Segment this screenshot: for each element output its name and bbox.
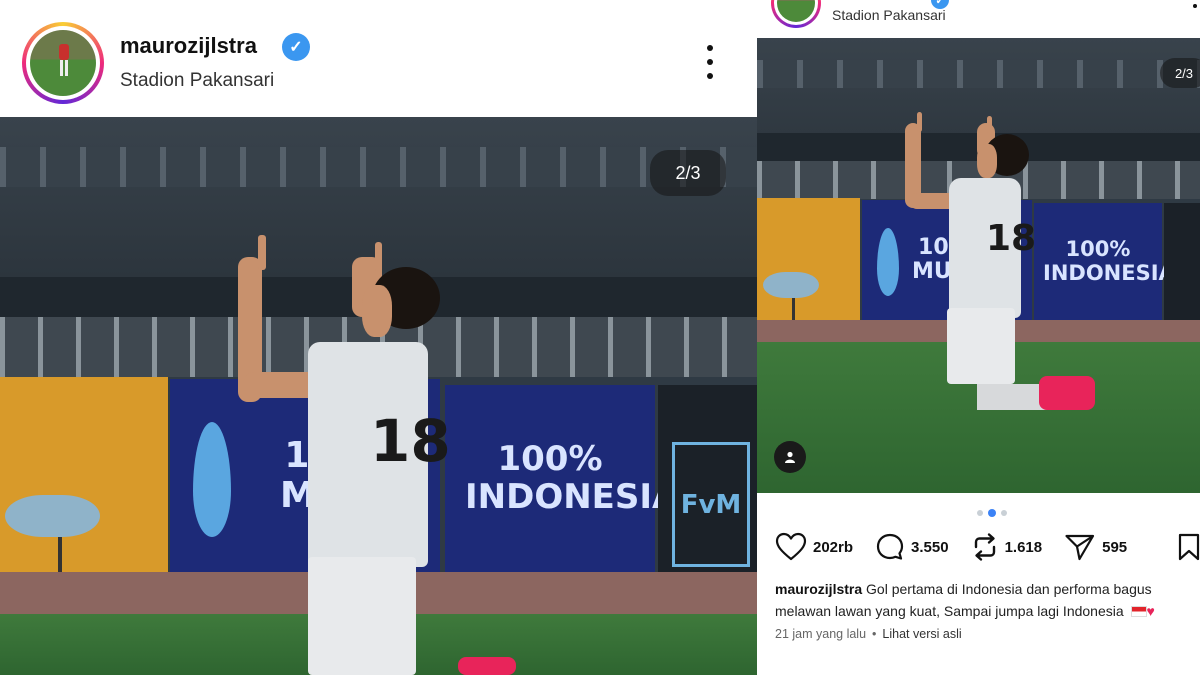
post-location[interactable]: Stadion Pakansari xyxy=(832,7,946,23)
carousel-counter: 2/3 xyxy=(1160,58,1200,88)
carousel-indicator xyxy=(977,509,1007,517)
comment-icon[interactable] xyxy=(875,532,905,562)
post-timestamp: 21 jam yang lalu xyxy=(775,627,867,641)
heart-icon[interactable] xyxy=(775,532,807,562)
comments-count[interactable]: 3.550 xyxy=(911,539,949,556)
player: 18 xyxy=(0,117,757,675)
indonesia-flag-emoji xyxy=(1130,606,1147,617)
right-post: ✓ Stadion Pakansari 100% MURNI 100% INDO… xyxy=(757,0,1200,675)
more-options-icon[interactable] xyxy=(703,45,717,79)
person-tag-icon[interactable] xyxy=(774,441,806,473)
post-image[interactable]: 100% MURNI 100% INDONESIA 18 2/3 xyxy=(757,38,1200,493)
carousel-dot xyxy=(977,510,983,516)
post-caption: maurozijlstra Gol pertama di Indonesia d… xyxy=(775,578,1195,622)
carousel-dot-active xyxy=(988,509,996,517)
post-location[interactable]: Stadion Pakansari xyxy=(120,70,274,92)
send-icon[interactable] xyxy=(1064,532,1096,562)
repost-action[interactable]: 1.618 xyxy=(971,532,1043,562)
see-original-link[interactable]: Lihat versi asli xyxy=(882,627,961,641)
avatar[interactable] xyxy=(30,30,96,96)
player: 18 xyxy=(757,38,1200,493)
reposts-count[interactable]: 1.618 xyxy=(1005,539,1043,556)
carousel-dot xyxy=(1001,510,1007,516)
red-heart-emoji: ♥ xyxy=(1146,603,1155,619)
share-action[interactable]: 595 xyxy=(1064,532,1127,562)
left-post-header: maurozijlstra ✓ Stadion Pakansari xyxy=(0,0,757,117)
post-image[interactable]: 100% MURNI 100% INDONESIA FvM 18 2/3 xyxy=(0,117,757,675)
bookmark-icon[interactable] xyxy=(1178,533,1200,561)
post-meta: 21 jam yang lalu • Lihat versi asli xyxy=(775,627,962,641)
caption-username[interactable]: maurozijlstra xyxy=(775,581,862,597)
carousel-counter: 2/3 xyxy=(650,150,726,196)
shares-count[interactable]: 595 xyxy=(1102,539,1127,556)
more-options-icon[interactable] xyxy=(1191,0,1199,8)
repost-icon[interactable] xyxy=(971,532,999,562)
username[interactable]: maurozijlstra xyxy=(120,33,257,59)
like-action[interactable]: 202rb xyxy=(775,532,853,562)
verified-badge-icon: ✓ xyxy=(282,33,310,61)
action-bar: 202rb 3.550 1.618 595 xyxy=(775,532,1149,562)
comment-action[interactable]: 3.550 xyxy=(875,532,949,562)
likes-count[interactable]: 202rb xyxy=(813,539,853,556)
